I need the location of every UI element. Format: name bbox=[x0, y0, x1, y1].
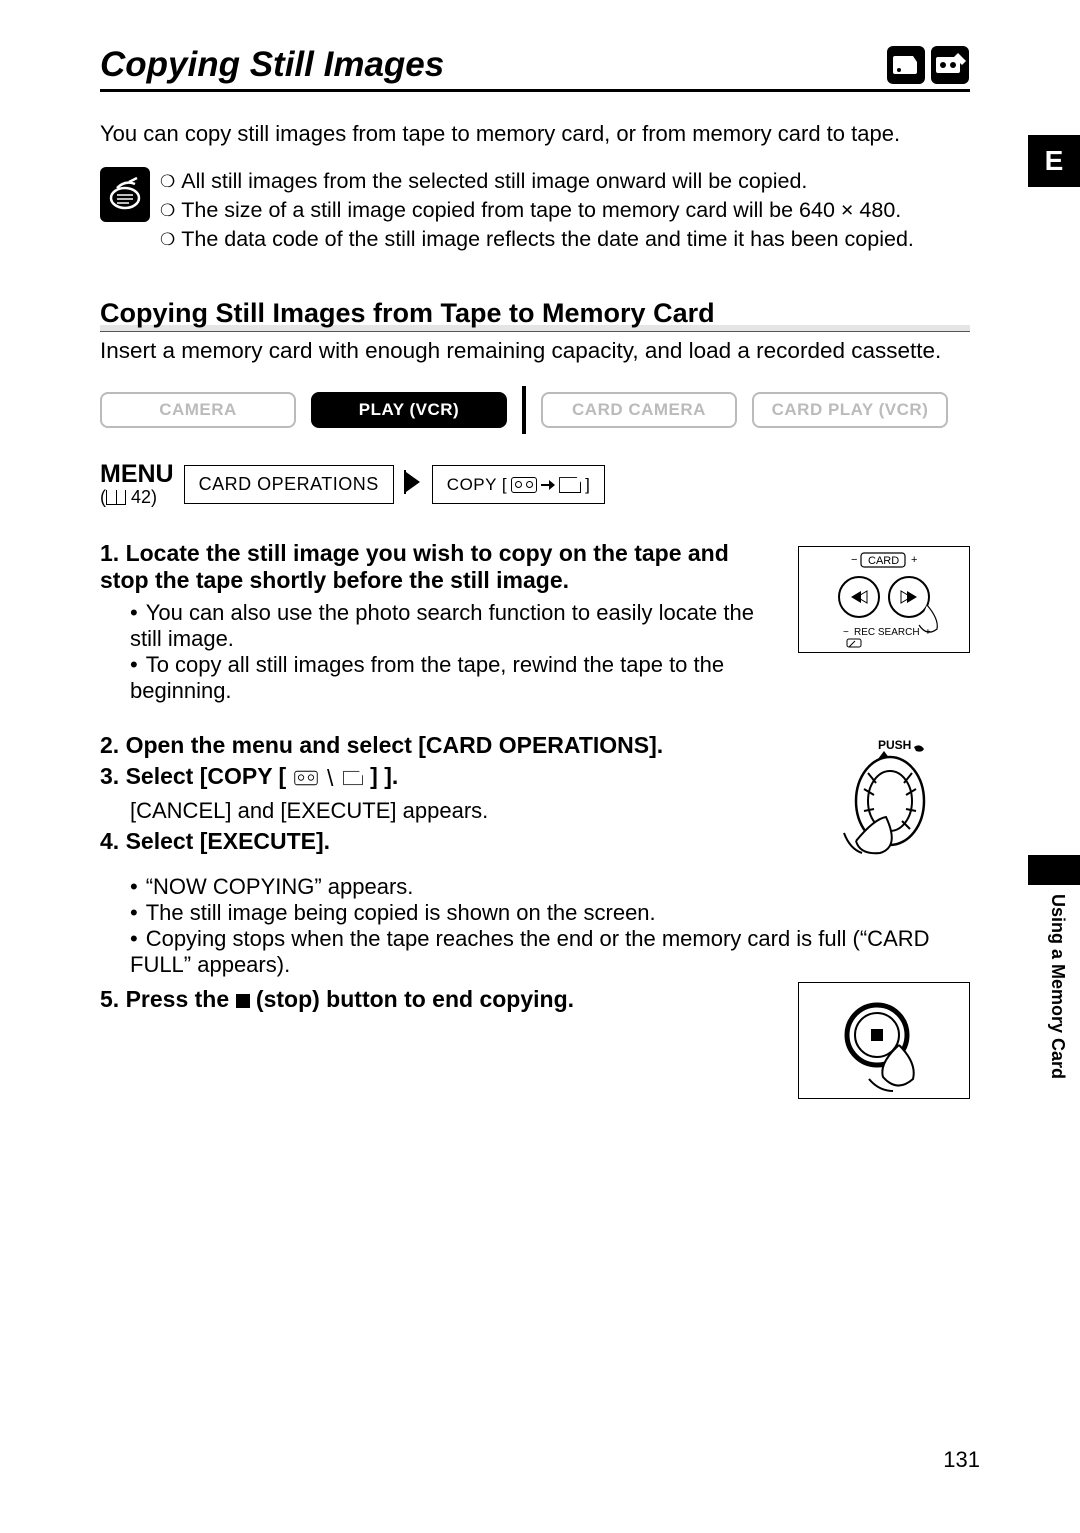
illustration-push-wheel: PUSH bbox=[800, 728, 970, 868]
illus-rec-minus: − bbox=[843, 627, 849, 638]
page-number: 131 bbox=[943, 1447, 980, 1473]
note-item: The size of a still image copied from ta… bbox=[160, 196, 914, 225]
illus-rec-plus: + bbox=[925, 627, 931, 638]
card-glyph-icon bbox=[559, 477, 581, 493]
note-item: The data code of the still image reflect… bbox=[160, 225, 914, 254]
note-item: All still images from the selected still… bbox=[160, 167, 914, 196]
mode-divider bbox=[522, 386, 526, 434]
copy-suffix: ] bbox=[585, 475, 590, 495]
illustration-rec-search: − CARD + − REC SEARCH + bbox=[798, 546, 970, 653]
menu-box-copy: COPY [ ] bbox=[432, 465, 606, 504]
title-row: Copying Still Images bbox=[100, 45, 970, 92]
mode-play-vcr: PLAY (VCR) bbox=[311, 392, 507, 428]
language-tab: E bbox=[1028, 135, 1080, 187]
menu-row: MENU ( 42) CARD OPERATIONS COPY [ ] bbox=[100, 462, 970, 508]
side-section-label: Using a Memory Card bbox=[1047, 894, 1068, 1079]
menu-ref-num: 42 bbox=[131, 487, 151, 507]
card-icon bbox=[886, 45, 926, 85]
illus-rec-search-label: REC SEARCH bbox=[854, 627, 920, 638]
step-1-bullet: To copy all still images from the tape, … bbox=[130, 652, 778, 704]
step-3-heading: 3. Select [COPY [ \ ] ]. bbox=[100, 763, 780, 792]
step-4-bullet: Copying stops when the tape reaches the … bbox=[130, 926, 970, 978]
menu-box-card-operations: CARD OPERATIONS bbox=[184, 465, 394, 504]
stop-glyph-icon bbox=[236, 994, 250, 1008]
step-2-heading: 2. Open the menu and select [CARD OPERAT… bbox=[100, 732, 780, 759]
section-heading: Copying Still Images from Tape to Memory… bbox=[100, 298, 970, 332]
mode-camera: CAMERA bbox=[100, 392, 296, 428]
step-4-heading: 4. Select [EXECUTE]. bbox=[100, 828, 780, 855]
illus-minus: − bbox=[851, 554, 857, 566]
mode-card-play-vcr: CARD PLAY (VCR) bbox=[752, 392, 948, 428]
intro-text: You can copy still images from tape to m… bbox=[100, 120, 970, 149]
section-marker bbox=[1028, 855, 1080, 885]
step-4-bullet: The still image being copied is shown on… bbox=[130, 900, 970, 926]
menu-arrow-icon bbox=[404, 470, 422, 500]
step-5-heading: 5. Press the (stop) button to end copyin… bbox=[100, 986, 778, 1013]
section-subtext: Insert a memory card with enough remaini… bbox=[100, 338, 970, 364]
arrow-right-icon bbox=[541, 479, 555, 491]
mode-card-camera: CARD CAMERA bbox=[541, 392, 737, 428]
step-3-sub: [CANCEL] and [EXECUTE] appears. bbox=[130, 798, 780, 824]
mode-selector-row: CAMERA PLAY (VCR) CARD CAMERA CARD PLAY … bbox=[100, 386, 970, 434]
tape-pen-icon bbox=[930, 45, 970, 85]
notes-icon bbox=[100, 167, 150, 222]
copy-prefix: COPY [ bbox=[447, 475, 507, 495]
step-1-heading: 1. Locate the still image you wish to co… bbox=[100, 540, 778, 594]
illus-push-label: PUSH bbox=[878, 738, 911, 752]
tape-glyph-icon bbox=[511, 477, 537, 493]
menu-label: MENU bbox=[100, 462, 174, 487]
illustration-stop-button bbox=[798, 982, 970, 1099]
step-4-bullet: “NOW COPYING” appears. bbox=[130, 874, 970, 900]
book-icon bbox=[106, 490, 126, 505]
backslash-glyph: \ bbox=[327, 765, 333, 791]
step-1-bullet: You can also use the photo search functi… bbox=[130, 600, 778, 652]
menu-page-ref: ( 42) bbox=[100, 487, 174, 508]
illus-plus: + bbox=[911, 554, 917, 566]
page-title: Copying Still Images bbox=[100, 45, 444, 85]
illus-card-label: CARD bbox=[868, 555, 899, 567]
card-glyph-icon bbox=[343, 770, 363, 784]
tape-glyph-icon bbox=[294, 770, 317, 784]
notes-list: All still images from the selected still… bbox=[160, 167, 914, 254]
